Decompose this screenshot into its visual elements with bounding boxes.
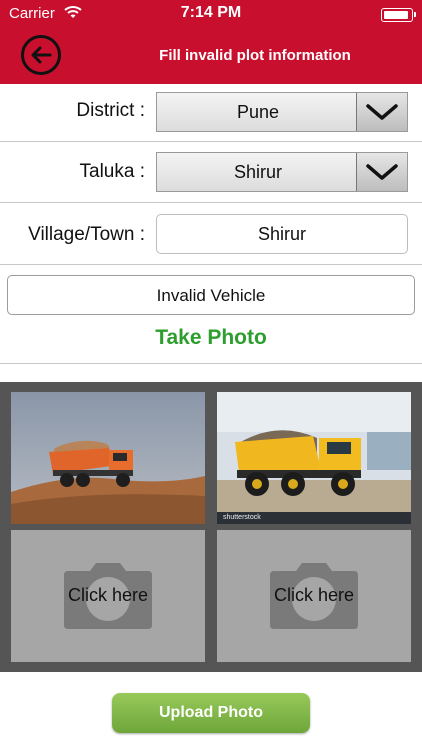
dump-truck-photo [11, 392, 205, 524]
app-header: Carrier 7:14 PM Fill invalid plot inform… [0, 0, 422, 84]
district-row: District : Pune [0, 84, 422, 142]
photo-slot-3[interactable]: Click here [11, 530, 205, 662]
back-button[interactable] [21, 35, 61, 75]
village-row: Village/Town : Shirur [0, 203, 422, 265]
upload-photo-button[interactable]: Upload Photo [112, 693, 310, 733]
village-label: Village/Town : [28, 224, 145, 245]
click-here-label: Click here [67, 585, 149, 605]
page-title: Fill invalid plot information [159, 47, 351, 64]
photo-slot-2[interactable]: shutterstock [217, 392, 411, 524]
taluka-row: Taluka : Shirur [0, 142, 422, 203]
photo-slot-4[interactable]: Click here [217, 530, 411, 662]
status-time: 7:14 PM [180, 4, 242, 21]
battery-icon [381, 8, 416, 22]
photo-watermark: shutterstock [223, 514, 261, 521]
photo-grid: shutterstock Click here Click here [0, 382, 422, 672]
chevron-down-icon [366, 104, 398, 120]
taluka-dropdown-button[interactable] [356, 153, 407, 191]
district-select[interactable]: Pune [156, 92, 408, 132]
taluka-label: Taluka : [79, 161, 145, 182]
taluka-value: Shirur [233, 162, 282, 182]
take-photo-button[interactable]: Take Photo [0, 326, 422, 350]
district-label: District : [76, 100, 145, 121]
district-dropdown-button[interactable] [356, 93, 407, 131]
invalid-vehicle-button[interactable]: Invalid Vehicle [7, 275, 415, 315]
village-field[interactable]: Shirur [156, 214, 408, 254]
arrow-left-icon [31, 46, 52, 64]
taluka-select[interactable]: Shirur [156, 152, 408, 192]
divider [0, 363, 422, 364]
status-bar: Carrier 7:14 PM [0, 0, 422, 28]
articulated-truck-photo [217, 392, 411, 524]
district-value: Pune [236, 102, 280, 122]
click-here-label: Click here [273, 585, 355, 605]
chevron-down-icon [366, 164, 398, 180]
photo-slot-1[interactable] [11, 392, 205, 524]
